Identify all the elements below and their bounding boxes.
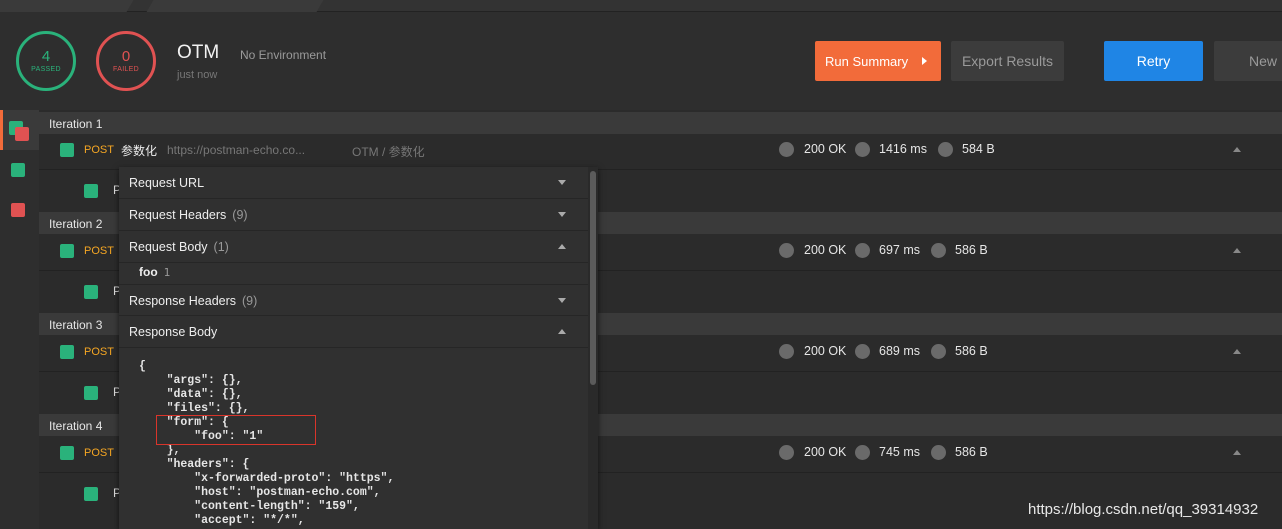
response-time: 1416 ms [879,142,927,156]
status-dot-icon [779,344,794,359]
request-url-section[interactable]: Request URL [119,167,588,199]
status-code: 200 OK [804,344,847,358]
response-time: 745 ms [879,445,920,459]
new-button[interactable]: New [1214,41,1282,81]
request-method: POST [84,346,114,358]
request-body-count: (1) [213,240,229,254]
run-summary-button[interactable]: Run Summary [815,41,941,81]
scrollbar[interactable] [588,167,598,529]
response-headers-section[interactable]: Response Headers (9) [119,284,588,316]
chevron-up-icon[interactable] [1233,450,1241,455]
pass-square-icon [84,285,98,299]
response-body-section[interactable]: Response Body [119,316,588,348]
fail-square-icon [15,127,29,141]
request-row[interactable]: POST 参数化 https://postman-echo.co... OTM … [39,130,1282,170]
passed-count: 4 [41,48,51,65]
filter-failed[interactable] [0,190,39,230]
passed-label: PASSED [31,66,61,73]
chevron-down-icon [558,212,566,217]
request-collection-path: OTM / 参数化 [352,145,425,159]
response-size: 586 B [955,344,988,358]
time-dot-icon [855,344,870,359]
request-method: POST [84,245,114,257]
size-dot-icon [931,344,946,359]
response-size: 586 B [955,243,988,257]
chevron-up-icon[interactable] [1233,147,1241,152]
request-headers-section[interactable]: Request Headers (9) [119,199,588,231]
size-dot-icon [931,243,946,258]
response-time: 689 ms [879,344,920,358]
fail-square-icon [11,203,25,217]
body-param-key: foo [139,265,158,279]
status-dot-icon [779,243,794,258]
failed-counter: 0 FAILED [96,31,156,91]
request-name: 参数化 [121,144,158,158]
request-url-label: Request URL [129,176,205,190]
time-dot-icon [855,142,870,157]
time-dot-icon [855,445,870,460]
status-dot-icon [779,445,794,460]
highlight-box [156,415,316,445]
top-tab-strip [0,0,1282,12]
run-header: 4 PASSED 0 FAILED OTM No Environment jus… [0,12,1282,110]
request-url: https://postman-echo.co... [167,143,306,157]
status-code: 200 OK [804,142,847,156]
pass-square-icon [60,446,74,460]
export-results-button[interactable]: Export Results [951,41,1064,81]
request-headers-count: (9) [232,208,248,222]
filter-passed[interactable] [0,150,39,190]
size-dot-icon [931,445,946,460]
environment-label: No Environment [240,48,327,62]
failed-label: FAILED [113,66,139,73]
collection-runner: 4 PASSED 0 FAILED OTM No Environment jus… [0,0,1282,529]
chevron-down-icon [558,180,566,185]
pass-square-icon [84,487,98,501]
chevron-up-icon [558,244,566,249]
request-method: POST [84,447,114,459]
request-details-dropdown: Request URL Request Headers (9) Request B… [119,167,598,529]
chevron-up-icon[interactable] [1233,349,1241,354]
pass-square-icon [84,184,98,198]
chevron-up-icon[interactable] [1233,248,1241,253]
failed-count: 0 [121,48,131,65]
status-code: 200 OK [804,445,847,459]
request-method: POST [84,144,114,156]
collection-title: OTM [177,42,220,63]
pass-square-icon [60,345,74,359]
tab-shape [146,0,324,12]
scrollbar-thumb[interactable] [590,171,596,385]
body-param: foo 1 [139,265,170,279]
status-dot-icon [779,142,794,157]
response-time: 697 ms [879,243,920,257]
pass-square-icon [60,244,74,258]
filter-sidebar [0,110,39,529]
watermark: https://blog.csdn.net/qq_39314932 [1028,501,1259,518]
pass-square-icon [84,386,98,400]
response-headers-label: Response Headers [129,294,237,308]
body-param-value: 1 [163,266,171,279]
response-headers-count: (9) [242,294,258,308]
passed-counter: 4 PASSED [16,31,76,91]
request-headers-label: Request Headers [129,208,227,222]
retry-button[interactable]: Retry [1104,41,1203,81]
filter-all[interactable] [0,110,39,150]
response-body-label: Response Body [129,325,218,339]
response-size: 584 B [962,142,995,156]
caret-right-icon [922,57,927,65]
response-size: 586 B [955,445,988,459]
run-summary-label: Run Summary [825,53,909,69]
chevron-up-icon [558,329,566,334]
pass-square-icon [11,163,25,177]
chevron-down-icon [558,298,566,303]
pass-square-icon [60,143,74,157]
tab-shape [0,0,134,12]
request-body-section[interactable]: Request Body (1) [119,231,588,263]
request-body-label: Request Body [129,240,208,254]
status-code: 200 OK [804,243,847,257]
run-time: just now [177,69,218,81]
size-dot-icon [938,142,953,157]
time-dot-icon [855,243,870,258]
